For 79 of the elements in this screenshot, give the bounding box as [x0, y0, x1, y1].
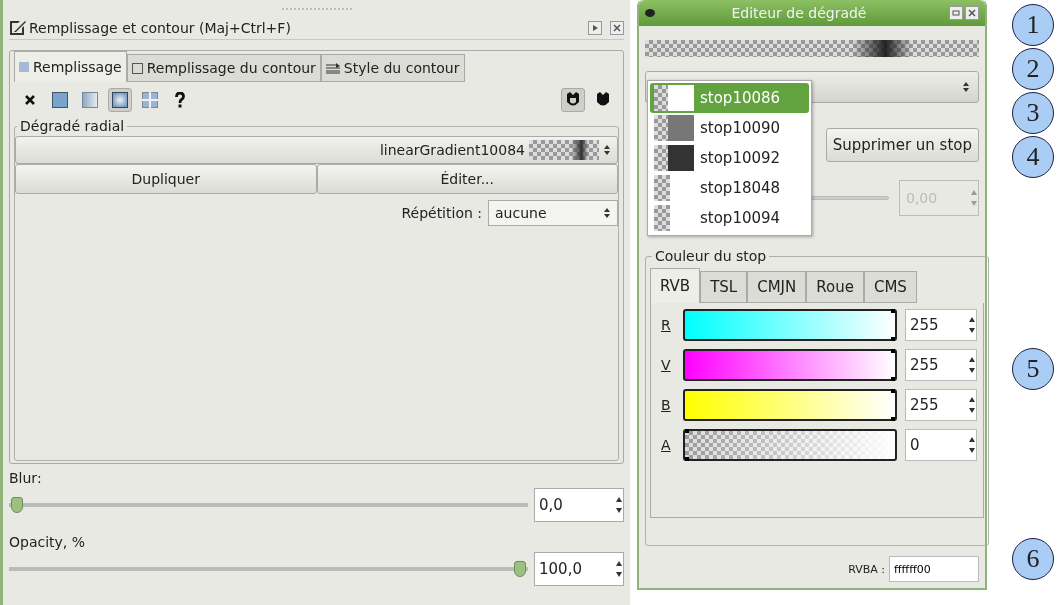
- flat-color-icon: [52, 92, 68, 108]
- linear-gradient-icon: [82, 92, 98, 108]
- spin-field[interactable]: 255: [905, 309, 977, 341]
- callout-number: 1: [1012, 4, 1054, 46]
- channel-slider[interactable]: [683, 309, 897, 341]
- panel-grip[interactable]: [281, 8, 352, 12]
- color-mode-tab[interactable]: CMS: [863, 271, 917, 303]
- spin-field[interactable]: 100,0: [534, 552, 624, 586]
- slider-label: Blur:: [9, 470, 42, 486]
- color-mode-tab[interactable]: RVB: [650, 268, 701, 303]
- callout-number: 5: [1012, 348, 1054, 390]
- spin-field[interactable]: 0,0: [534, 488, 624, 522]
- slider-thumb[interactable]: [11, 496, 23, 513]
- fill-icon: [19, 62, 29, 72]
- rgba-label: RVBA :: [848, 562, 885, 576]
- fill-rule-button[interactable]: [561, 88, 585, 112]
- paint-type-button[interactable]: [108, 88, 132, 112]
- window-icon: [952, 9, 960, 17]
- slider-marker[interactable]: [891, 389, 895, 421]
- stop-menu-item[interactable]: stop10094: [650, 203, 809, 233]
- close-button[interactable]: [610, 20, 624, 35]
- channel-label: R: [661, 317, 672, 333]
- window-menu-icon: [645, 9, 655, 17]
- nonzero-fill-icon: [596, 92, 610, 108]
- even-odd-fill-icon: [566, 92, 580, 108]
- close-icon: [968, 9, 976, 17]
- close-icon: [613, 23, 621, 32]
- gradient-action-button[interactable]: Dupliquer: [15, 164, 317, 194]
- color-mode-tab[interactable]: Roue: [806, 271, 864, 303]
- stop-menu-item[interactable]: stop10092: [650, 143, 809, 173]
- callout-number: 6: [1012, 538, 1054, 580]
- spin-arrows-icon: [603, 144, 611, 156]
- channel-slider[interactable]: [683, 389, 897, 421]
- panel-tab[interactable]: Remplissage du contour: [126, 54, 321, 82]
- color-mode-tab[interactable]: TSL: [700, 271, 748, 303]
- spin-field[interactable]: 255: [905, 349, 977, 381]
- no-paint-icon: [25, 95, 35, 105]
- repeat-select[interactable]: aucune: [488, 200, 618, 226]
- stop-menu-item[interactable]: stop18048: [650, 173, 809, 203]
- spin-arrows-icon: [603, 207, 611, 219]
- frame-title: Dégradé radial: [19, 118, 126, 134]
- spin-field[interactable]: 0: [905, 429, 977, 461]
- channel-label: A: [661, 437, 672, 453]
- panel-tab[interactable]: Remplissage: [14, 51, 127, 82]
- stop-menu-item[interactable]: stop10090: [650, 113, 809, 143]
- slider-label: Opacity, %: [9, 534, 86, 550]
- callout-number: 2: [1012, 48, 1054, 90]
- channel-slider[interactable]: [683, 349, 897, 381]
- panel-tab[interactable]: Style du contour: [320, 54, 465, 82]
- slider-marker[interactable]: [891, 349, 895, 381]
- stroke-style-icon: [325, 62, 340, 74]
- gradient-action-button[interactable]: Éditer...: [316, 164, 618, 194]
- color-mode-tab[interactable]: CMJN: [747, 271, 807, 303]
- channel-label: B: [661, 397, 672, 413]
- callout-number: 4: [1012, 136, 1054, 178]
- spin-arrows-icon: [962, 81, 970, 93]
- channel-slider[interactable]: [683, 429, 897, 461]
- panel-title: Remplissage et contour (Maj+Ctrl+F): [29, 19, 292, 36]
- slider-marker[interactable]: [891, 309, 895, 341]
- close-button[interactable]: [965, 6, 979, 20]
- gradient-select[interactable]: linearGradient10084: [15, 136, 618, 164]
- frame-title: Couleur du stop: [654, 248, 768, 264]
- panel-menu-button[interactable]: [588, 20, 602, 35]
- stroke-paint-icon: [131, 62, 143, 74]
- spin-field[interactable]: 255: [905, 389, 977, 421]
- triangle-icon: [591, 23, 599, 32]
- unset-paint-icon: [175, 92, 185, 108]
- pen-icon: [9, 19, 27, 36]
- repeat-label: Répétition :: [401, 205, 482, 221]
- delete-stop-button[interactable]: Supprimer un stop: [825, 128, 979, 162]
- callout-number: 3: [1012, 92, 1054, 134]
- slider-thumb[interactable]: [514, 560, 526, 577]
- slider-marker[interactable]: [685, 429, 689, 461]
- window-title: Editeur de dégradé: [730, 5, 868, 21]
- pattern-icon: [142, 92, 158, 108]
- gradient-swatch: [529, 140, 599, 160]
- channel-label: V: [661, 357, 672, 373]
- radial-gradient-icon: [112, 92, 128, 108]
- rgba-field[interactable]: ffffff00: [889, 556, 979, 582]
